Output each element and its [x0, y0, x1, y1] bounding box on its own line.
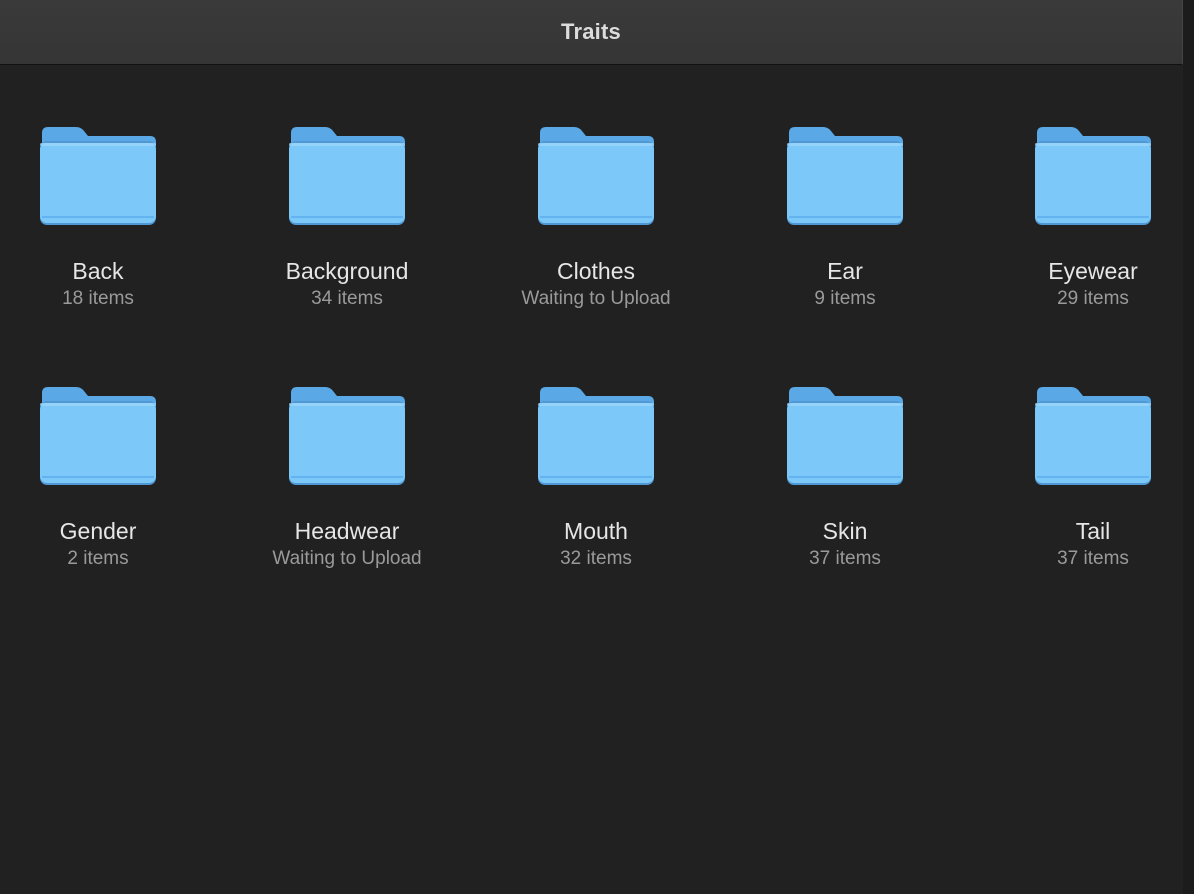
folder-grid: Back 18 items Background 34 items Clothe… [0, 65, 1183, 894]
folder-icon [287, 125, 407, 227]
title-bar[interactable]: Traits [0, 0, 1183, 65]
folder-item-eyewear[interactable]: Eyewear 29 items [983, 65, 1194, 309]
folder-item-skin[interactable]: Skin 37 items [735, 325, 955, 569]
folder-name: Skin [822, 518, 868, 544]
folder-item-tail[interactable]: Tail 37 items [983, 325, 1194, 569]
folder-name: Gender [59, 518, 137, 544]
folder-icon [1033, 125, 1153, 227]
folder-name: Background [285, 258, 409, 284]
folder-icon [536, 385, 656, 487]
folder-item-count: 29 items [1057, 288, 1129, 309]
folder-item-count: 9 items [814, 288, 876, 309]
folder-item-back[interactable]: Back 18 items [0, 65, 208, 309]
folder-item-count: 32 items [560, 548, 632, 569]
folder-icon [1033, 385, 1153, 487]
folder-item-headwear[interactable]: Headwear Waiting to Upload [237, 325, 457, 569]
folder-item-mouth[interactable]: Mouth 32 items [486, 325, 706, 569]
folder-name: Ear [827, 258, 863, 284]
window-title: Traits [561, 19, 621, 44]
folder-name: Clothes [557, 258, 635, 284]
folder-icon [38, 385, 158, 487]
folder-item-clothes[interactable]: Clothes Waiting to Upload [486, 65, 706, 309]
folder-item-gender[interactable]: Gender 2 items [0, 325, 208, 569]
folder-item-count: 2 items [67, 548, 129, 569]
folder-item-count: 37 items [1057, 548, 1129, 569]
folder-status: Waiting to Upload [521, 288, 671, 309]
folder-icon [536, 125, 656, 227]
folder-item-ear[interactable]: Ear 9 items [735, 65, 955, 309]
folder-icon [38, 125, 158, 227]
finder-window: Traits Back 18 items Background 34 items… [0, 0, 1194, 894]
folder-icon [785, 125, 905, 227]
folder-status: Waiting to Upload [272, 548, 422, 569]
folder-item-count: 37 items [809, 548, 881, 569]
folder-name: Headwear [294, 518, 400, 544]
folder-name: Mouth [564, 518, 628, 544]
folder-item-background[interactable]: Background 34 items [237, 65, 457, 309]
folder-icon [287, 385, 407, 487]
folder-icon [785, 385, 905, 487]
folder-item-count: 18 items [62, 288, 134, 309]
folder-item-count: 34 items [311, 288, 383, 309]
folder-name: Eyewear [1048, 258, 1138, 284]
folder-name: Tail [1075, 518, 1111, 544]
folder-name: Back [72, 258, 124, 284]
